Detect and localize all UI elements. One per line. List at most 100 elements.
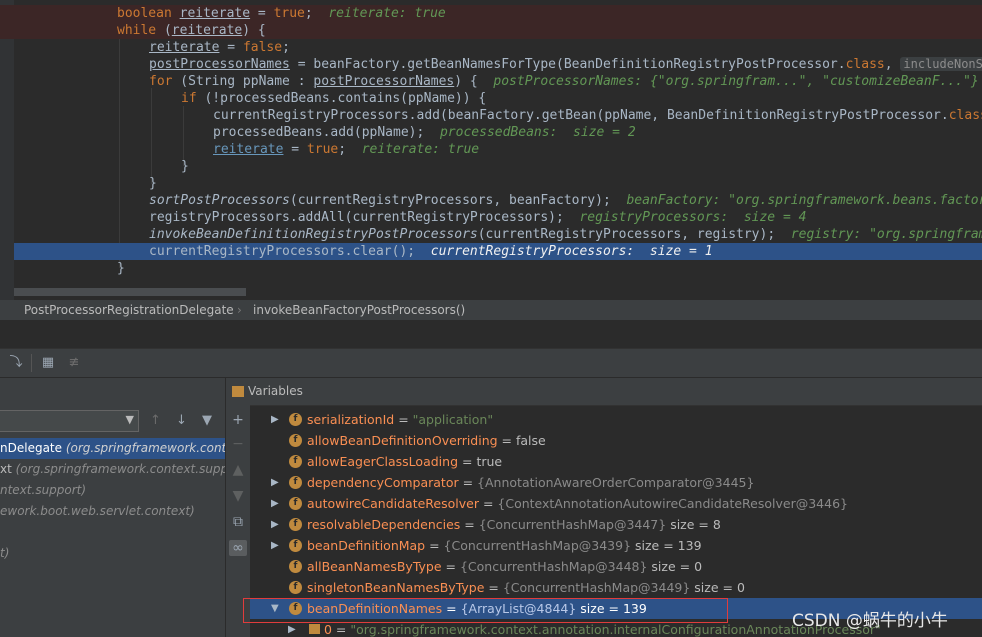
field-icon: f — [289, 413, 302, 426]
variable-equals: = — [460, 517, 479, 532]
variable-value: false — [516, 433, 546, 448]
evaluate-expression-icon[interactable]: ▦ — [40, 355, 56, 371]
code-line[interactable]: invokeBeanDefinitionRegistryPostProcesso… — [0, 226, 982, 243]
code-line[interactable]: } — [0, 260, 982, 277]
variable-text: resolvableDependencies = {ConcurrentHash… — [307, 514, 721, 535]
code-line[interactable]: } — [0, 158, 982, 175]
field-icon: f — [289, 434, 302, 447]
variable-name: serializationId — [307, 412, 395, 427]
variable-text: autowireCandidateResolver = {ContextAnno… — [307, 493, 848, 514]
show-watches-icon[interactable]: ∞ — [229, 540, 247, 556]
stack-frame[interactable]: t) — [0, 543, 225, 564]
variable-equals: = — [458, 454, 477, 469]
variable-name: allowEagerClassLoading — [307, 454, 459, 469]
variable-row[interactable]: f allowBeanDefinitionOverriding = false — [250, 430, 982, 451]
variable-equals: = — [458, 475, 478, 490]
expand-icon[interactable]: ▶ — [271, 514, 279, 535]
variable-name: allowBeanDefinitionOverriding — [307, 433, 498, 448]
variable-name: allBeanNamesByType — [307, 559, 442, 574]
code-line[interactable]: currentRegistryProcessors.add(beanFactor… — [0, 107, 982, 124]
arrow-down-icon[interactable]: ↓ — [176, 413, 187, 428]
thread-select[interactable]: ▼ — [0, 410, 139, 432]
stack-frame[interactable]: ntext.support) — [0, 480, 225, 501]
watermark: CSDN @蜗牛的小牛 — [792, 611, 948, 631]
add-watch-icon[interactable]: + — [230, 412, 246, 428]
editor-horizontal-scrollbar[interactable] — [14, 288, 246, 296]
stack-frame[interactable] — [0, 522, 225, 543]
variable-row[interactable]: f allBeanNamesByType = {ConcurrentHashMap… — [250, 556, 982, 577]
variable-size: size = 139 — [631, 538, 702, 553]
frame-method: nDelegate — [0, 441, 66, 455]
code-line[interactable]: postProcessorNames = beanFactory.getBean… — [0, 56, 982, 73]
variable-name: dependencyComparator — [307, 475, 459, 490]
code-line[interactable]: for (String ppName : postProcessorNames)… — [0, 73, 982, 90]
variable-text: serializationId = "application" — [307, 409, 493, 430]
expand-icon[interactable]: ▶ — [271, 409, 279, 430]
variable-row[interactable]: ▶ f dependencyComparator = {AnnotationAwar… — [250, 472, 982, 493]
stack-frame[interactable]: nDelegate (org.springframework.conte — [0, 438, 225, 459]
variables-icon — [232, 386, 244, 397]
code-line[interactable]: sortPostProcessors(currentRegistryProces… — [0, 192, 982, 209]
field-icon: f — [289, 581, 302, 594]
highlight-box — [243, 598, 728, 623]
expand-icon[interactable]: ▶ — [271, 493, 279, 514]
code-line[interactable]: boolean reiterate = true; reiterate: tru… — [0, 5, 982, 22]
arrow-up-icon[interactable]: ↑ — [150, 413, 161, 428]
list-item-icon — [309, 624, 320, 634]
run-to-cursor-icon[interactable]: ⤵ — [8, 355, 24, 371]
code-line[interactable]: reiterate = false; — [0, 39, 982, 56]
field-icon: f — [289, 539, 302, 552]
frame-package: (org.springframework.context.suppo — [15, 462, 225, 476]
variable-value: {ContextAnnotationAutowireCandidateResol… — [497, 496, 848, 511]
code-line[interactable]: currentRegistryProcessors.clear(); curre… — [14, 243, 982, 260]
variable-row[interactable]: ▶ f serializationId = "application" — [250, 409, 982, 430]
frame-package: ntext.support) — [0, 483, 87, 497]
variable-row[interactable]: f singletonBeanNamesByType = {ConcurrentH… — [250, 577, 982, 598]
field-icon: f — [289, 497, 302, 510]
variable-name: singletonBeanNamesByType — [307, 580, 485, 595]
code-line[interactable]: } — [0, 175, 982, 192]
variable-name: 0 — [324, 622, 332, 637]
breadcrumb: PostProcessorRegistrationDelegate › invo… — [0, 300, 982, 320]
variable-value: "application" — [412, 412, 494, 427]
variable-equals: = — [394, 412, 413, 427]
variable-value: {ConcurrentHashMap@3447} — [478, 517, 667, 532]
field-icon: f — [289, 455, 302, 468]
variable-row[interactable]: ▶ f beanDefinitionMap = {ConcurrentHashMap… — [250, 535, 982, 556]
code-line[interactable]: reiterate = true; reiterate: true — [0, 141, 982, 158]
stack-frame[interactable]: xt (org.springframework.context.suppo — [0, 459, 225, 480]
expand-icon[interactable]: ▶ — [271, 535, 279, 556]
variable-text: dependencyComparator = {AnnotationAwareO… — [307, 472, 754, 493]
code-line[interactable]: registryProcessors.addAll(currentRegistr… — [0, 209, 982, 226]
frame-method: xt — [0, 462, 16, 476]
toolbar-separator — [31, 354, 32, 372]
stack-frame[interactable]: ework.boot.web.servlet.context) — [0, 501, 225, 522]
variable-value: true — [476, 454, 503, 469]
remove-watch-icon[interactable]: − — [230, 436, 246, 452]
filter-icon[interactable]: ▼ — [202, 413, 212, 428]
code-line[interactable]: while (reiterate) { — [0, 22, 982, 39]
variable-row[interactable]: ▶ f autowireCandidateResolver = {ContextAn… — [250, 493, 982, 514]
variable-text: allBeanNamesByType = {ConcurrentHashMap@… — [307, 556, 702, 577]
copy-icon[interactable]: ⧉ — [230, 514, 246, 530]
move-up-icon[interactable]: ▲ — [230, 462, 246, 478]
code-line[interactable]: if (!processedBeans.contains(ppName)) { — [0, 90, 982, 107]
field-icon: f — [289, 560, 302, 573]
variable-value: {AnnotationAwareOrderComparator@3445} — [477, 475, 755, 490]
move-down-icon[interactable]: ▼ — [230, 488, 246, 504]
breadcrumb-method[interactable]: invokeBeanFactoryPostProcessors() — [253, 300, 465, 320]
breadcrumb-class[interactable]: PostProcessorRegistrationDelegate — [24, 300, 234, 320]
variable-equals: = — [484, 580, 503, 595]
variable-equals: = — [331, 622, 351, 637]
variable-row[interactable]: f allowEagerClassLoading = true — [250, 451, 982, 472]
trace-icon[interactable]: ≢ — [66, 355, 82, 371]
variable-row[interactable]: ▶ f resolvableDependencies = {ConcurrentHa… — [250, 514, 982, 535]
variable-name: beanDefinitionMap — [307, 538, 426, 553]
code-line[interactable]: processedBeans.add(ppName); processedBea… — [0, 124, 982, 141]
expand-icon[interactable]: ▶ — [271, 472, 279, 493]
code-editor[interactable]: boolean reiterate = true; reiterate: tru… — [0, 0, 982, 300]
variable-value: {ConcurrentHashMap@3449} — [502, 580, 691, 595]
variable-size: size = 0 — [690, 580, 745, 595]
variable-name: autowireCandidateResolver — [307, 496, 479, 511]
variable-equals: = — [425, 538, 444, 553]
